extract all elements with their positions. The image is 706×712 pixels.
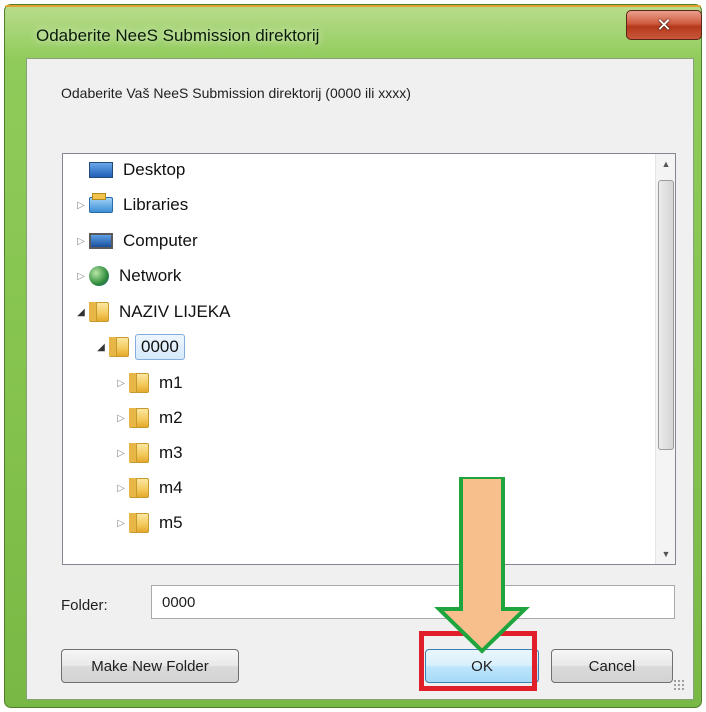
expand-arrow-icon[interactable]: ▷	[115, 483, 127, 494]
tree-item[interactable]: Desktop	[75, 155, 189, 185]
dialog-description: Odaberite Vaš NeeS Submission direktorij…	[61, 85, 411, 101]
tree-item[interactable]: ▷ Computer	[75, 226, 202, 256]
expand-arrow-icon[interactable]: ▷	[115, 518, 127, 529]
desktop-icon	[89, 162, 113, 178]
folder-icon	[89, 302, 109, 322]
window-title: Odaberite NeeS Submission direktorij	[36, 26, 320, 45]
tree-item-label: Desktop	[123, 160, 186, 179]
expand-arrow-icon[interactable]: ▷	[75, 236, 87, 247]
resize-grip[interactable]	[673, 679, 685, 691]
expand-arrow-icon[interactable]: ▷	[115, 448, 127, 459]
folder-icon	[129, 373, 149, 393]
tree-item-label: m1	[159, 373, 183, 392]
tree-item[interactable]: ▷ Libraries	[75, 190, 192, 220]
tree-item-label: Libraries	[123, 195, 189, 214]
scroll-up-arrow-icon[interactable]: ▲	[656, 154, 675, 174]
folder-field-label: Folder:	[61, 597, 108, 614]
scrollbar-thumb[interactable]	[658, 180, 674, 450]
close-button[interactable]: ✕	[626, 10, 702, 40]
folder-icon	[109, 337, 129, 357]
cancel-button[interactable]: Cancel	[551, 649, 673, 683]
scroll-down-arrow-icon[interactable]: ▼	[656, 544, 675, 564]
folder-field[interactable]	[151, 585, 675, 619]
close-icon: ✕	[656, 14, 672, 35]
tree-item[interactable]: ▷ Network	[75, 261, 185, 291]
tree-item[interactable]: ▷ m5	[115, 508, 187, 538]
network-icon	[89, 266, 109, 286]
tree-item-label: m2	[159, 408, 183, 427]
folder-icon	[129, 513, 149, 533]
expand-arrow-icon[interactable]: ▷	[115, 378, 127, 389]
expand-arrow-icon[interactable]: ▷	[115, 413, 127, 424]
tree-item[interactable]: ◢ NAZIV LIJEKA	[75, 297, 234, 327]
tree-item[interactable]: ▷ m4	[115, 473, 187, 503]
tree-item-label: m5	[159, 513, 183, 532]
computer-icon	[89, 233, 113, 249]
make-new-folder-button[interactable]: Make New Folder	[61, 649, 239, 683]
dialog-client-area: Odaberite Vaš NeeS Submission direktorij…	[26, 58, 694, 700]
tree-item[interactable]: ◢ 0000	[95, 332, 185, 362]
folder-icon	[129, 478, 149, 498]
tree-item[interactable]: ▷ m1	[115, 368, 187, 398]
tree-item-label: Network	[119, 266, 182, 285]
annotation-down-arrow	[434, 477, 530, 654]
tree-item[interactable]: ▷ m2	[115, 403, 187, 433]
folder-icon	[129, 443, 149, 463]
collapse-arrow-icon[interactable]: ◢	[75, 307, 87, 318]
folder-tree[interactable]: Desktop ▷ Libraries ▷ Computer ▷ Network ◢ NAZIV…	[62, 153, 676, 565]
libraries-icon	[89, 193, 113, 213]
frame-top-edge	[5, 5, 701, 7]
tree-item-label: m3	[159, 443, 183, 462]
tree-item[interactable]: ▷ m3	[115, 438, 187, 468]
tree-item-label: NAZIV LIJEKA	[119, 302, 231, 321]
folder-icon	[129, 408, 149, 428]
tree-item-label: m4	[159, 478, 183, 497]
tree-item-label: 0000	[135, 334, 185, 360]
expand-arrow-icon[interactable]: ▷	[75, 271, 87, 282]
collapse-arrow-icon[interactable]: ◢	[95, 342, 107, 353]
tree-vertical-scrollbar[interactable]: ▲ ▼	[655, 154, 675, 564]
tree-item-label: Computer	[123, 231, 198, 250]
expand-arrow-icon[interactable]: ▷	[75, 200, 87, 211]
